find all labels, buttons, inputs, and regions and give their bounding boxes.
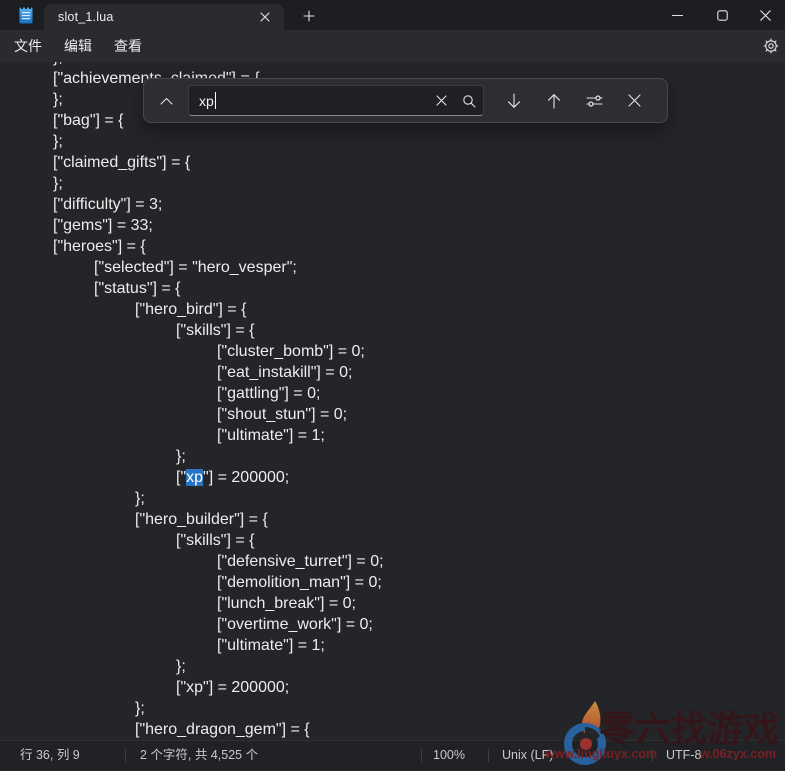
find-options-button[interactable]: [578, 86, 610, 116]
code-line: ["cluster_bomb"] = 0;: [53, 341, 785, 362]
code-line: };: [53, 656, 785, 677]
maximize-icon: [717, 10, 728, 21]
menu-file[interactable]: 文件: [4, 32, 52, 60]
menubar: 文件 编辑 查看: [0, 30, 785, 62]
find-previous-button[interactable]: [538, 86, 570, 116]
arrow-down-icon: [507, 93, 521, 109]
filter-sliders-icon: [586, 94, 603, 108]
find-actions: [498, 86, 650, 116]
code-line: ["gems"] = 33;: [53, 215, 785, 236]
menu-view[interactable]: 查看: [104, 32, 152, 60]
find-query-text: xp: [199, 93, 214, 109]
code-line: ["selected"] = "hero_vesper";: [53, 257, 785, 278]
close-icon: [628, 94, 641, 107]
editor[interactable]: };["achievements_claimed"] = {};["bag"] …: [0, 62, 785, 740]
tab-title: slot_1.lua: [58, 10, 114, 24]
status-encoding: UTF-8: [666, 741, 701, 769]
plus-icon: [303, 10, 315, 22]
titlebar: slot_1.lua: [0, 0, 785, 30]
gear-icon: [763, 38, 779, 54]
find-next-button[interactable]: [498, 86, 530, 116]
code-line: ["eat_instakill"] = 0;: [53, 362, 785, 383]
code-line: ["gattling"] = 0;: [53, 383, 785, 404]
code-line: ["ultimate"] = 1;: [53, 635, 785, 656]
code-line: ["difficulty"] = 3;: [53, 194, 785, 215]
code-line: ["ultimate"] = 1;: [53, 425, 785, 446]
code-line: ["demolition_man"] = 0;: [53, 572, 785, 593]
arrow-up-icon: [547, 93, 561, 109]
selected-text: xp: [186, 469, 203, 486]
find-clear-button[interactable]: [427, 86, 455, 116]
close-window-button[interactable]: [745, 0, 785, 30]
code-line: ["skills"] = {: [53, 320, 785, 341]
code-line: };: [53, 446, 785, 467]
maximize-button[interactable]: [700, 0, 745, 30]
status-cursor-position: 行 36, 列 9: [20, 741, 80, 769]
chevron-up-icon: [160, 97, 173, 105]
menu-edit[interactable]: 编辑: [54, 32, 102, 60]
clear-x-icon: [436, 95, 447, 106]
status-zoom-level: 100%: [433, 741, 465, 769]
magnifier-icon: [462, 94, 476, 108]
tab-slot-1-lua[interactable]: slot_1.lua: [44, 4, 284, 30]
find-collapse-button[interactable]: [150, 86, 182, 116]
find-bar: xp: [143, 78, 668, 123]
code-line: ["xp"] = 200000;: [53, 467, 785, 488]
code-line: ["claimed_gifts"] = {: [53, 152, 785, 173]
new-tab-button[interactable]: [296, 4, 322, 28]
minimize-button[interactable]: [655, 0, 700, 30]
tab-close-icon[interactable]: [256, 8, 274, 26]
code-line: ["skills"] = {: [53, 530, 785, 551]
code-line: ["shout_stun"] = 0;: [53, 404, 785, 425]
code-line: ["defensive_turret"] = 0;: [53, 551, 785, 572]
status-char-count: 2 个字符, 共 4,525 个: [140, 741, 258, 769]
code-line: };: [53, 488, 785, 509]
text-caret: [215, 92, 217, 109]
code-line: };: [53, 131, 785, 152]
notepad-app-icon: [19, 6, 33, 24]
code-line: ["overtime_work"] = 0;: [53, 614, 785, 635]
minimize-icon: [672, 10, 683, 21]
code-line: ["hero_bird"] = {: [53, 299, 785, 320]
code-line: };: [53, 698, 785, 719]
window-controls: [655, 0, 785, 30]
code-line: ["heroes"] = {: [53, 236, 785, 257]
code-line: ["lunch_break"] = 0;: [53, 593, 785, 614]
code-line: ["hero_builder"] = {: [53, 509, 785, 530]
find-search-button[interactable]: [455, 86, 483, 116]
editor-lines: };["achievements_claimed"] = {};["bag"] …: [0, 62, 785, 740]
find-close-button[interactable]: [618, 86, 650, 116]
close-icon: [760, 10, 771, 21]
find-input[interactable]: xp: [188, 85, 484, 116]
code-line: ["status"] = {: [53, 278, 785, 299]
status-line-ending: Unix (LF): [502, 741, 553, 769]
code-line: ["hero_dragon_gem"] = {: [53, 719, 785, 740]
code-line: ["xp"] = 200000;: [53, 677, 785, 698]
settings-button[interactable]: [758, 34, 784, 58]
code-line: };: [53, 173, 785, 194]
status-bar: 行 36, 列 9 2 个字符, 共 4,525 个 100% Unix (LF…: [0, 740, 785, 769]
notepad-window: slot_1.lua: [0, 0, 785, 769]
